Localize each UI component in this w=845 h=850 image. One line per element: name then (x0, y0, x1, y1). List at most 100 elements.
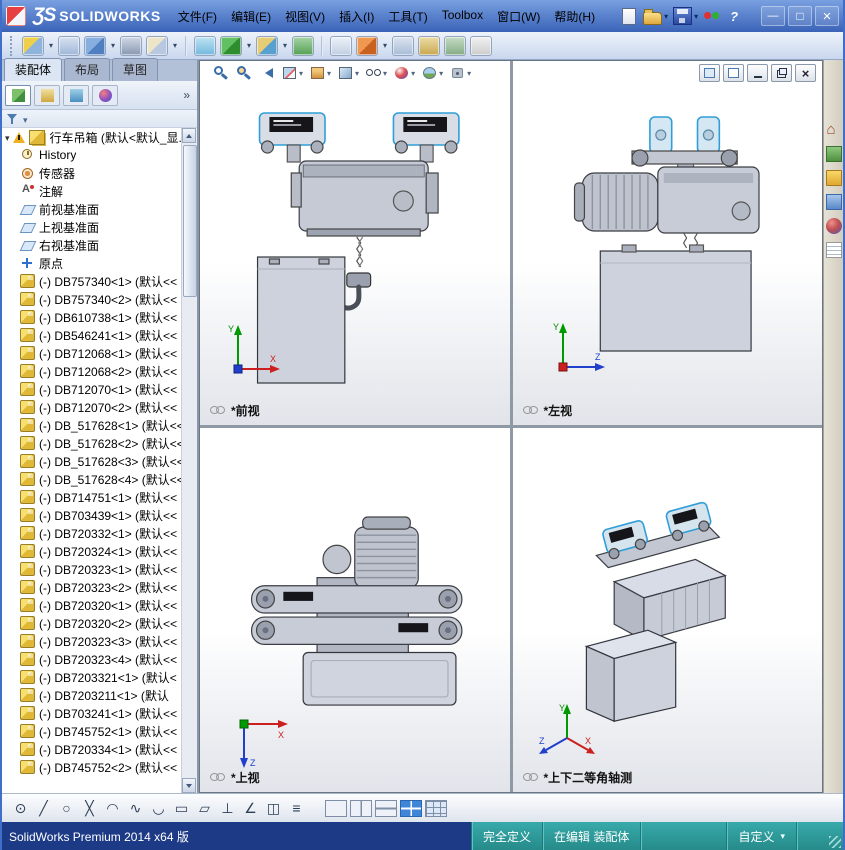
restore-document-button[interactable] (771, 64, 792, 82)
angle-icon[interactable]: ∠ (240, 800, 261, 817)
menu-item[interactable]: 编辑(E) (224, 4, 278, 29)
move-component-icon[interactable] (146, 35, 177, 56)
tree-item[interactable]: (-) DB745752<1> (默认<< (2, 722, 182, 740)
viewport-front[interactable]: Y X *前视 (200, 61, 510, 425)
section-view-icon[interactable] (279, 64, 305, 82)
reference-geometry-icon[interactable] (256, 35, 287, 56)
insert-components-icon[interactable] (22, 35, 53, 56)
scroll-down-button[interactable] (182, 778, 196, 793)
file-explorer-icon[interactable] (825, 170, 842, 186)
tree-item[interactable]: 传感器 (2, 164, 182, 182)
close-document-button[interactable] (795, 64, 816, 82)
custom-properties-icon[interactable] (825, 242, 842, 258)
toolbar-grip[interactable] (10, 35, 15, 56)
viewport-top[interactable]: X Z *上视 (200, 428, 510, 792)
tree-item[interactable]: (-) DB_517628<2> (默认<< (2, 434, 182, 452)
edit-appearance-icon[interactable] (391, 64, 417, 82)
previous-view-icon[interactable] (256, 64, 277, 82)
view-table-button[interactable] (425, 799, 447, 817)
expand-arrow-icon[interactable] (5, 130, 13, 144)
zoom-to-fit-icon[interactable] (210, 64, 231, 82)
single-view-button[interactable] (325, 799, 347, 817)
scroll-thumb[interactable] (183, 145, 197, 297)
menu-item[interactable]: 窗口(W) (490, 4, 547, 29)
parallelogram-icon[interactable]: ▱ (194, 800, 215, 817)
line-icon[interactable]: ╱ (33, 800, 54, 817)
menu-item[interactable]: 视图(V) (278, 4, 332, 29)
tree-item[interactable]: (-) DB7203321<1> (默认< (2, 668, 182, 686)
linear-component-pattern-icon[interactable] (84, 35, 115, 56)
minimize-document-button[interactable] (747, 64, 768, 82)
help-icon[interactable] (725, 8, 742, 24)
status-custom-dropdown[interactable]: 自定义 (726, 822, 796, 850)
scroll-up-button[interactable] (182, 128, 196, 143)
menu-item[interactable]: 插入(I) (332, 4, 381, 29)
spline-icon[interactable]: ∿ (125, 800, 146, 817)
tree-item[interactable]: (-) DB720323<1> (默认<< (2, 560, 182, 578)
bill-of-materials-icon[interactable] (330, 35, 352, 56)
tree-item[interactable]: History (2, 146, 182, 164)
instant3d-icon[interactable] (392, 35, 414, 56)
tree-item[interactable]: (-) DB_517628<3> (默认<< (2, 452, 182, 470)
view-palette-icon[interactable] (825, 194, 842, 210)
tree-item[interactable]: (-) DB757340<2> (默认<< (2, 290, 182, 308)
tree-item[interactable]: (-) DB703439<1> (默认<< (2, 506, 182, 524)
new-document-icon[interactable] (620, 7, 638, 25)
apply-scene-icon[interactable] (419, 64, 445, 82)
solidworks-resources-icon[interactable] (826, 121, 842, 138)
menu-item[interactable]: 工具(T) (381, 4, 434, 29)
trim-entities-icon[interactable]: ╳ (79, 800, 100, 817)
linear-sketch-pattern-icon[interactable]: ≡ (286, 800, 307, 816)
pane-left-icon[interactable] (699, 64, 720, 82)
show-hidden-components-icon[interactable] (194, 35, 216, 56)
propertymanager-tab[interactable] (34, 84, 60, 106)
hide-show-items-icon[interactable] (363, 64, 389, 82)
tree-item[interactable]: (-) DB712068<2> (默认<< (2, 362, 182, 380)
tree-item[interactable]: 原点 (2, 254, 182, 272)
tree-item[interactable]: (-) DB_517628<1> (默认<< (2, 416, 182, 434)
tree-item[interactable]: (-) DB712068<1> (默认<< (2, 344, 182, 362)
tree-item[interactable]: (-) DB757340<1> (默认<< (2, 272, 182, 290)
tree-item[interactable]: (-) DB720332<1> (默认<< (2, 524, 182, 542)
document-tab[interactable]: 草图 (112, 58, 159, 81)
tree-item[interactable]: (-) DB7203211<1> (默认 (2, 686, 182, 704)
tree-item[interactable]: (-) DB703241<1> (默认<< (2, 704, 182, 722)
menu-item[interactable]: 文件(F) (171, 4, 224, 29)
two-view-vertical-button[interactable] (350, 799, 372, 817)
mate-icon[interactable] (58, 35, 80, 56)
view-settings-icon[interactable] (447, 64, 473, 82)
tree-scrollbar[interactable] (181, 128, 197, 793)
ellipse-icon[interactable]: ◠ (102, 800, 123, 817)
filter-dropdown-icon[interactable] (23, 110, 28, 128)
pane-right-icon[interactable] (723, 64, 744, 82)
rectangle-icon[interactable]: ▭ (171, 800, 192, 817)
interference-detection-icon[interactable] (444, 35, 466, 56)
perpendicular-icon[interactable]: ⊥ (217, 800, 238, 817)
tree-item[interactable]: (-) DB610738<1> (默认<< (2, 308, 182, 326)
spell-checker-icon[interactable] (470, 35, 492, 56)
tree-item[interactable]: (-) DB745752<2> (默认<< (2, 758, 182, 776)
displaymanager-tab[interactable] (92, 84, 118, 106)
viewport-left[interactable]: Y Z *左视 (512, 61, 822, 425)
options-toggle-icon[interactable] (703, 8, 720, 24)
save-icon[interactable] (673, 7, 698, 25)
expand-panel-chevron[interactable]: » (179, 88, 194, 102)
point-icon[interactable]: ⊙ (10, 800, 31, 817)
tree-item[interactable]: (-) DB_517628<4> (默认<< (2, 470, 182, 488)
menu-item[interactable]: Toolbox (435, 4, 490, 29)
tree-item[interactable]: (-) DB712070<1> (默认<< (2, 380, 182, 398)
tree-item[interactable]: (-) DB720334<1> (默认<< (2, 740, 182, 758)
resize-grip[interactable] (796, 822, 843, 850)
configurationmanager-tab[interactable] (63, 84, 89, 106)
document-tab[interactable]: 装配体 (4, 58, 63, 81)
tree-item[interactable]: (-) DB712070<2> (默认<< (2, 398, 182, 416)
tree-item[interactable]: (-) DB720323<2> (默认<< (2, 578, 182, 596)
tree-item[interactable]: 前视基准面 (2, 200, 182, 218)
tree-item[interactable]: (-) DB714751<1> (默认<< (2, 488, 182, 506)
tree-item[interactable]: (-) DB720324<1> (默认<< (2, 542, 182, 560)
tree-item[interactable]: 右视基准面 (2, 236, 182, 254)
tree-item[interactable]: (-) DB546241<1> (默认<< (2, 326, 182, 344)
menu-item[interactable]: 帮助(H) (547, 4, 602, 29)
tree-item[interactable]: 上视基准面 (2, 218, 182, 236)
tree-item[interactable]: 注解 (2, 182, 182, 200)
